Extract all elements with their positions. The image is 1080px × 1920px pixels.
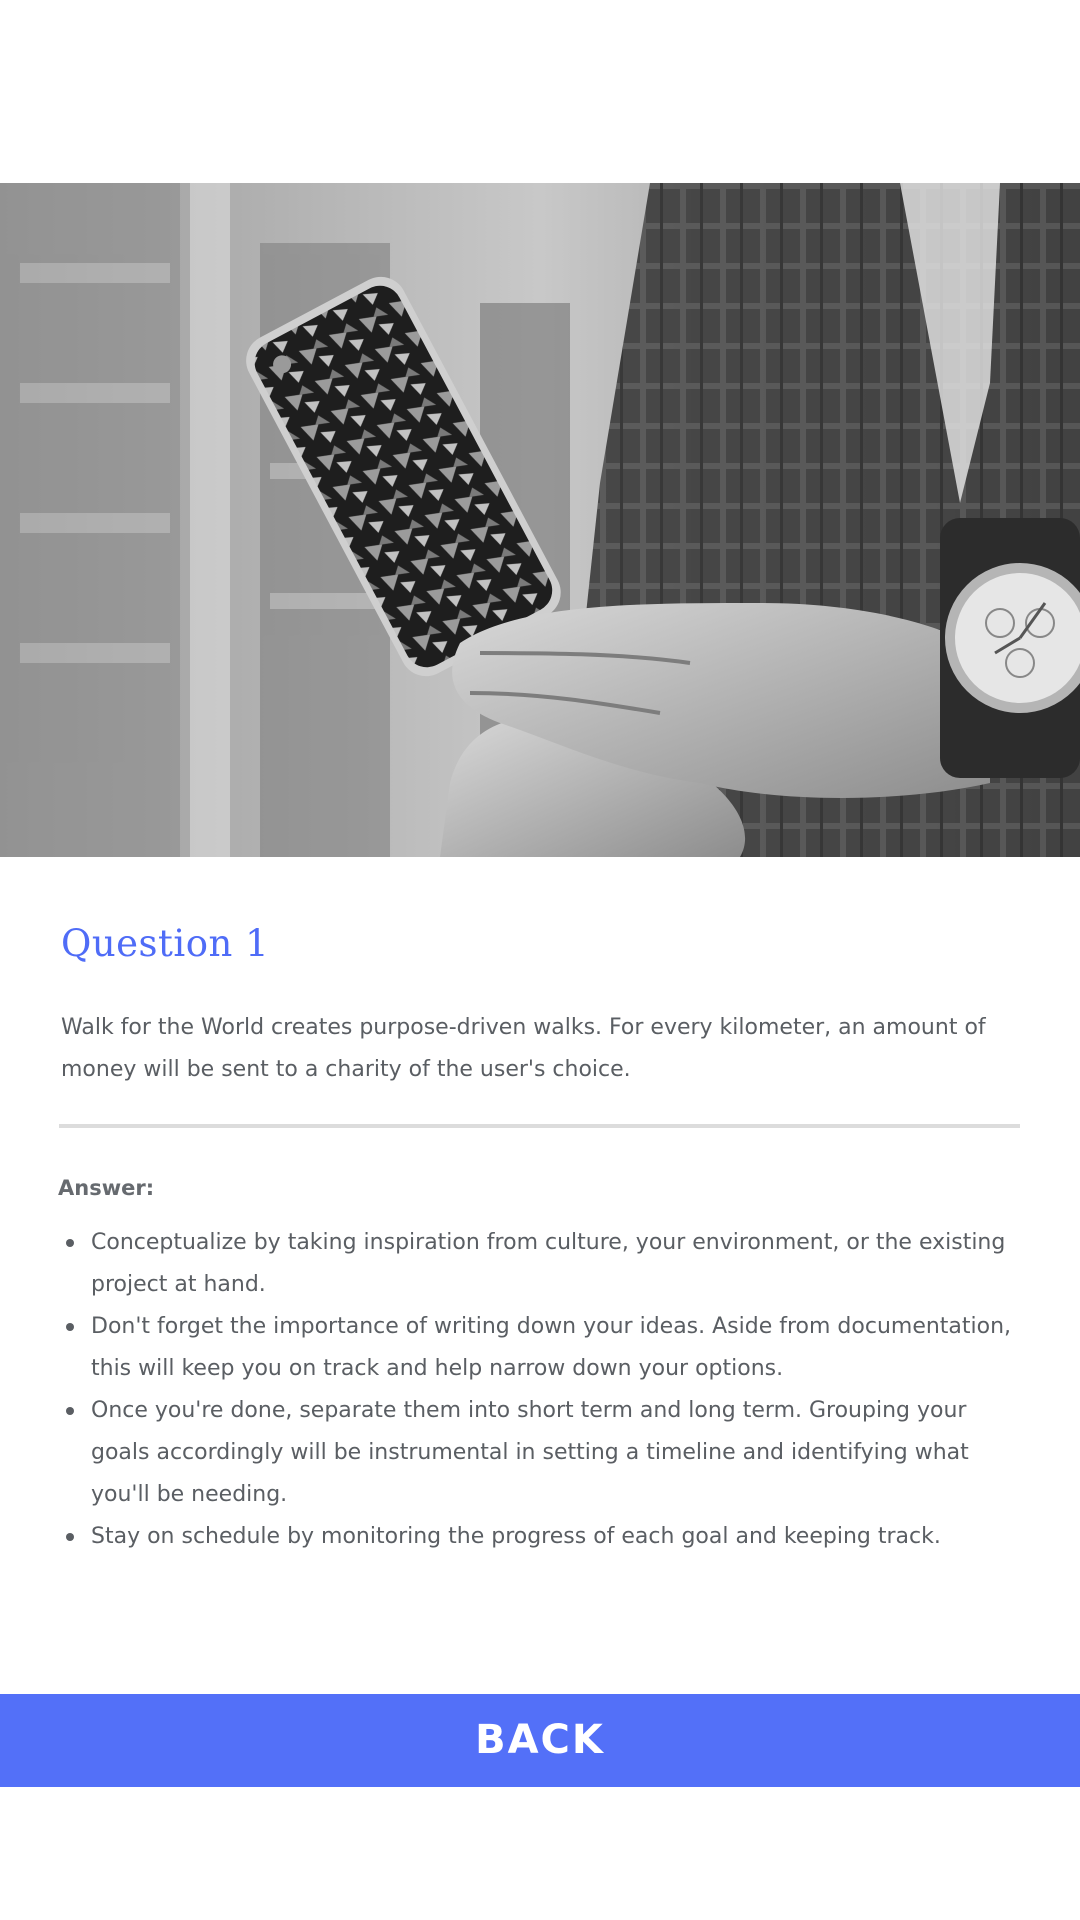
list-item: Once you're done, separate them into sho… [66,1390,1018,1516]
list-item-text: Conceptualize by taking inspiration from… [91,1230,1006,1297]
list-item-text: Stay on schedule by monitoring the progr… [91,1524,941,1549]
list-item-text: Once you're done, separate them into sho… [91,1398,969,1507]
question-description: Walk for the World creates purpose-drive… [61,1015,986,1082]
answer-list: Conceptualize by taking inspiration from… [58,1222,1018,1558]
list-item-text: Don't forget the importance of writing d… [91,1314,1012,1381]
bullet-icon [66,1533,74,1541]
bullet-icon [66,1323,74,1331]
bullet-icon [66,1239,74,1247]
hero-photo [0,183,1080,857]
list-item: Don't forget the importance of writing d… [66,1306,1018,1390]
answer-label: Answer: [58,1176,155,1200]
bullet-icon [66,1407,74,1415]
section-divider [59,1124,1020,1128]
question-title: Question 1 [61,922,270,965]
hero-image [0,183,1080,857]
list-item: Conceptualize by taking inspiration from… [66,1222,1018,1306]
back-button[interactable]: BACK [0,1694,1080,1787]
list-item: Stay on schedule by monitoring the progr… [66,1516,1018,1558]
